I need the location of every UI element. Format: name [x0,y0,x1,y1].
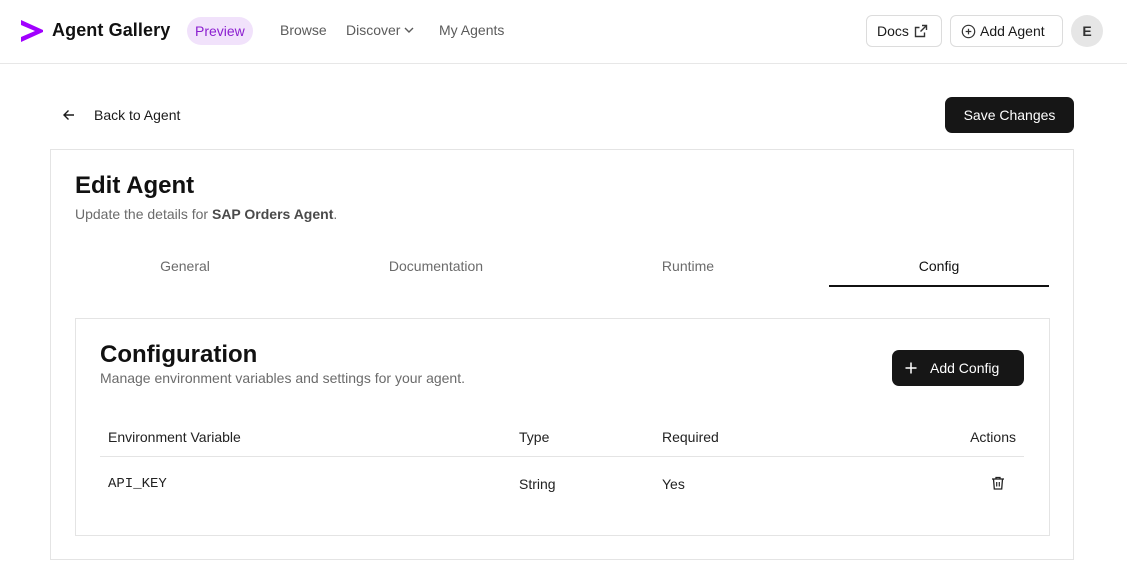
tab-general[interactable]: General [75,250,295,287]
page-subtitle: Update the details for SAP Orders Agent. [75,206,337,222]
env-variable-cell: API_KEY [108,476,167,492]
table-row: API_KEY String Yes [100,457,1024,509]
config-table: Environment Variable Type Required Actio… [100,417,1024,509]
external-link-icon [914,24,928,38]
add-agent-button[interactable]: Add Agent [950,15,1063,47]
column-type: Type [519,429,550,445]
tab-runtime[interactable]: Runtime [578,250,798,287]
trash-icon[interactable] [990,475,1006,491]
plus-icon [905,362,917,374]
back-to-agent-label: Back to Agent [94,107,181,123]
save-changes-button[interactable]: Save Changes [945,97,1074,133]
tab-documentation[interactable]: Documentation [326,250,546,287]
nav-browse[interactable]: Browse [280,22,327,38]
column-actions: Actions [970,429,1016,445]
top-navbar: Agent Gallery Preview Browse Discover My… [0,0,1127,64]
arrow-left-icon [63,110,74,120]
docs-button-label: Docs [877,23,909,39]
docs-button[interactable]: Docs [866,15,942,47]
table-header: Environment Variable Type Required Actio… [100,417,1024,457]
user-avatar[interactable]: E [1071,15,1103,47]
nav-discover[interactable]: Discover [346,22,414,38]
configuration-title: Configuration [100,341,258,368]
preview-badge: Preview [187,17,253,45]
agent-name: SAP Orders Agent [211,206,334,222]
type-cell: String [519,476,556,492]
configuration-panel: Configuration Manage environment variabl… [75,318,1050,536]
edit-tabs: General Documentation Runtime Config [75,250,1050,287]
brand-logo-icon[interactable] [20,19,44,43]
column-required: Required [662,429,719,445]
add-config-button[interactable]: Add Config [892,350,1024,386]
nav-my-agents[interactable]: My Agents [439,22,504,38]
edit-agent-card: Edit Agent Update the details for SAP Or… [50,149,1074,560]
back-to-agent-link[interactable]: Back to Agent [62,104,180,126]
required-cell: Yes [662,476,685,492]
subtitle-suffix: . [333,206,338,222]
configuration-subtitle: Manage environment variables and setting… [100,370,465,386]
nav-discover-label: Discover [346,22,401,38]
chevron-down-icon [404,27,414,33]
column-environment-variable: Environment Variable [108,429,241,445]
subtitle-prefix: Update the details for [75,206,212,222]
add-config-label: Add Config [930,360,1000,376]
add-agent-label: Add Agent [980,23,1045,39]
app-title[interactable]: Agent Gallery [52,20,170,41]
plus-circle-icon [961,24,976,38]
page-title: Edit Agent [75,172,195,199]
tab-config[interactable]: Config [829,250,1049,287]
